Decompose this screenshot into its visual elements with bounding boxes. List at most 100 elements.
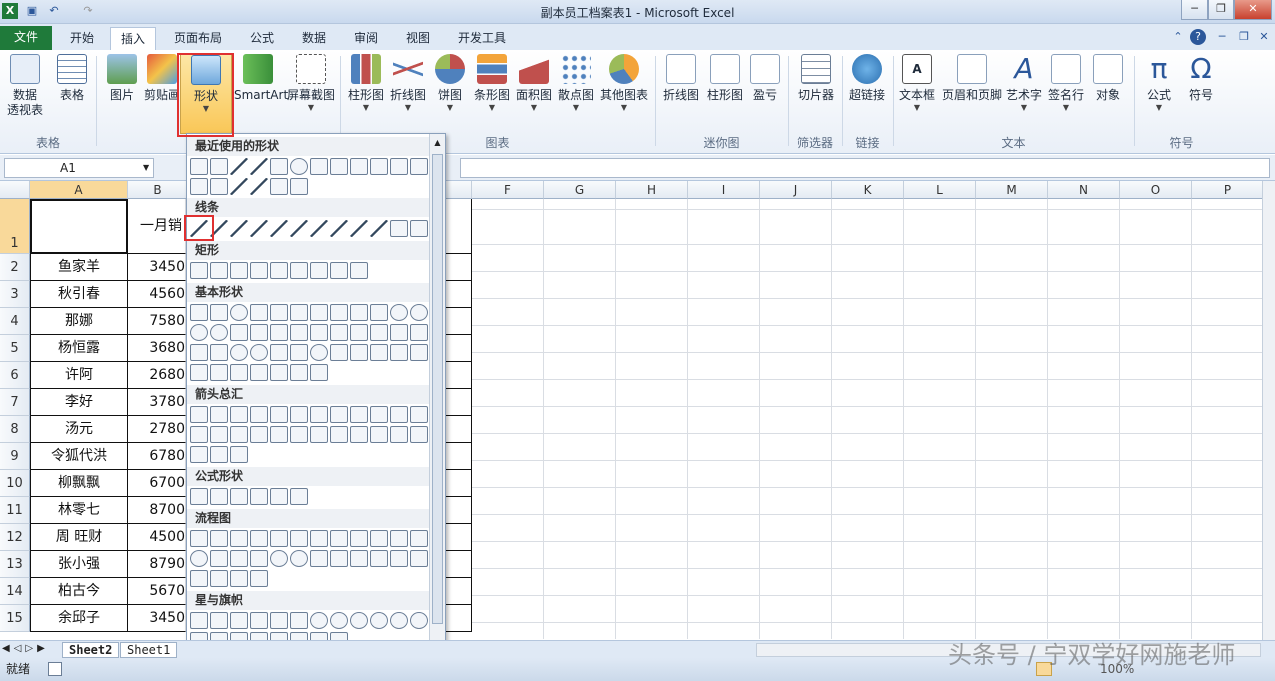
pie-chart-button[interactable]: 饼图 ▼ bbox=[432, 54, 468, 113]
doc-restore-icon[interactable]: ❐ bbox=[1236, 29, 1252, 45]
cell-col-e[interactable] bbox=[446, 470, 472, 497]
gallery-scrollbar[interactable]: ▲ ▼ bbox=[429, 134, 445, 663]
clipart-button[interactable]: 剪贴画 bbox=[143, 54, 181, 103]
cell-sales[interactable]: 4560 bbox=[128, 281, 186, 308]
header-footer-button[interactable]: 页眉和页脚 bbox=[940, 54, 1004, 103]
row-header[interactable]: 9 bbox=[0, 443, 30, 470]
row-header[interactable]: 10 bbox=[0, 470, 30, 497]
smartart-button[interactable]: SmartArt bbox=[234, 54, 288, 103]
cell-name[interactable]: 余邱子 bbox=[30, 605, 128, 632]
cell-col-e[interactable] bbox=[446, 443, 472, 470]
column-header-e-partial[interactable] bbox=[446, 181, 472, 199]
column-header-g[interactable]: G bbox=[544, 181, 616, 199]
object-button[interactable]: 对象 bbox=[1090, 54, 1126, 103]
select-all-corner[interactable] bbox=[0, 181, 30, 199]
row-header[interactable]: 4 bbox=[0, 308, 30, 335]
cell-sales[interactable]: 3450 bbox=[128, 605, 186, 632]
cell-col-e[interactable] bbox=[446, 199, 472, 254]
scatter-chart-button[interactable]: 散点图 ▼ bbox=[556, 54, 596, 113]
cell-sales[interactable]: 6780 bbox=[128, 443, 186, 470]
cell-col-e[interactable] bbox=[446, 497, 472, 524]
row-header[interactable]: 6 bbox=[0, 362, 30, 389]
sparkline-winloss-button[interactable]: 盈亏 bbox=[748, 54, 782, 103]
scroll-up-icon[interactable]: ▲ bbox=[431, 136, 444, 150]
cell-col-e[interactable] bbox=[446, 416, 472, 443]
cell-name[interactable]: 汤元 bbox=[30, 416, 128, 443]
cell-name[interactable]: 林零七 bbox=[30, 497, 128, 524]
name-box[interactable]: A1 bbox=[4, 158, 154, 178]
equation-button[interactable]: π 公式 ▼ bbox=[1140, 54, 1178, 113]
column-chart-button[interactable]: 柱形图 ▼ bbox=[347, 54, 385, 113]
cell-name[interactable]: 柳飘飘 bbox=[30, 470, 128, 497]
line-chart-button[interactable]: 折线图 ▼ bbox=[389, 54, 427, 113]
pivot-table-button[interactable]: 数据 透视表 bbox=[4, 54, 46, 118]
cell-sales[interactable]: 7580 bbox=[128, 308, 186, 335]
cell-name[interactable]: 周 旺财 bbox=[30, 524, 128, 551]
row-header[interactable]: 13 bbox=[0, 551, 30, 578]
doc-close-icon[interactable]: ✕ bbox=[1256, 29, 1272, 45]
cell-sales[interactable]: 8700 bbox=[128, 497, 186, 524]
symbol-button[interactable]: Ω 符号 bbox=[1182, 54, 1220, 103]
vertical-scrollbar[interactable] bbox=[1262, 181, 1275, 640]
cell-sales[interactable]: 一月销 bbox=[128, 199, 186, 254]
row-header[interactable]: 14 bbox=[0, 578, 30, 605]
cell-sales[interactable]: 2780 bbox=[128, 416, 186, 443]
row-header[interactable]: 8 bbox=[0, 416, 30, 443]
cell-name[interactable]: 杨恒露 bbox=[30, 335, 128, 362]
column-header-a[interactable]: A bbox=[30, 181, 128, 199]
cell-name[interactable] bbox=[30, 199, 128, 254]
minimize-button[interactable]: ─ bbox=[1181, 0, 1208, 20]
cell-col-e[interactable] bbox=[446, 308, 472, 335]
row-header[interactable]: 2 bbox=[0, 254, 30, 281]
tab-developer[interactable]: 开发工具 bbox=[450, 27, 514, 50]
ribbon-minimize-icon[interactable]: ⌃ bbox=[1170, 29, 1186, 45]
table-button[interactable]: 表格 bbox=[52, 54, 92, 103]
scroll-thumb[interactable] bbox=[432, 154, 443, 624]
row-header[interactable]: 11 bbox=[0, 497, 30, 524]
row-header[interactable]: 15 bbox=[0, 605, 30, 632]
tab-review[interactable]: 审阅 bbox=[344, 27, 388, 50]
chevron-down-icon[interactable]: ▼ bbox=[143, 163, 149, 172]
close-button[interactable]: ✕ bbox=[1234, 0, 1272, 20]
column-header-n[interactable]: N bbox=[1048, 181, 1120, 199]
cell-sales[interactable]: 3680 bbox=[128, 335, 186, 362]
column-header-m[interactable]: M bbox=[976, 181, 1048, 199]
column-header-b[interactable]: B bbox=[128, 181, 188, 199]
cell-col-e[interactable] bbox=[446, 362, 472, 389]
textbox-button[interactable]: A 文本框 ▼ bbox=[896, 54, 938, 113]
sheet-tab-sheet2[interactable]: Sheet2 bbox=[62, 642, 120, 658]
empty-cells[interactable] bbox=[472, 199, 1262, 639]
row-header[interactable]: 7 bbox=[0, 389, 30, 416]
sheet-nav-arrows-icon[interactable]: ◀◁▷▶ bbox=[2, 643, 49, 654]
column-header-i[interactable]: I bbox=[688, 181, 760, 199]
sparkline-column-button[interactable]: 柱形图 bbox=[704, 54, 746, 103]
cell-sales[interactable]: 3780 bbox=[128, 389, 186, 416]
sparkline-line-button[interactable]: 折线图 bbox=[660, 54, 702, 103]
column-header-p[interactable]: P bbox=[1192, 181, 1262, 199]
column-header-l[interactable]: L bbox=[904, 181, 976, 199]
tab-page-layout[interactable]: 页面布局 bbox=[164, 27, 232, 50]
cell-col-e[interactable] bbox=[446, 335, 472, 362]
tab-formulas[interactable]: 公式 bbox=[240, 27, 284, 50]
row-header[interactable]: 3 bbox=[0, 281, 30, 308]
cell-name[interactable]: 李好 bbox=[30, 389, 128, 416]
cell-name[interactable]: 张小强 bbox=[30, 551, 128, 578]
screenshot-button[interactable]: 屏幕截图 ▼ bbox=[286, 54, 336, 113]
formula-input[interactable] bbox=[460, 158, 1270, 178]
column-header-j[interactable]: J bbox=[760, 181, 832, 199]
maximize-button[interactable]: ❐ bbox=[1208, 0, 1234, 20]
cell-name[interactable]: 那娜 bbox=[30, 308, 128, 335]
other-charts-button[interactable]: 其他图表 ▼ bbox=[598, 54, 650, 113]
slicer-button[interactable]: 切片器 bbox=[794, 54, 838, 103]
column-header-f[interactable]: F bbox=[472, 181, 544, 199]
wordart-button[interactable]: A 艺术字 ▼ bbox=[1004, 54, 1044, 113]
cell-sales[interactable]: 2680 bbox=[128, 362, 186, 389]
cell-col-e[interactable] bbox=[446, 281, 472, 308]
cell-sales[interactable]: 6700 bbox=[128, 470, 186, 497]
row-header[interactable]: 1 bbox=[0, 199, 30, 254]
cell-col-e[interactable] bbox=[446, 524, 472, 551]
cell-name[interactable]: 鱼家羊 bbox=[30, 254, 128, 281]
cell-col-e[interactable] bbox=[446, 254, 472, 281]
column-header-o[interactable]: O bbox=[1120, 181, 1192, 199]
macro-record-icon[interactable] bbox=[48, 662, 62, 676]
